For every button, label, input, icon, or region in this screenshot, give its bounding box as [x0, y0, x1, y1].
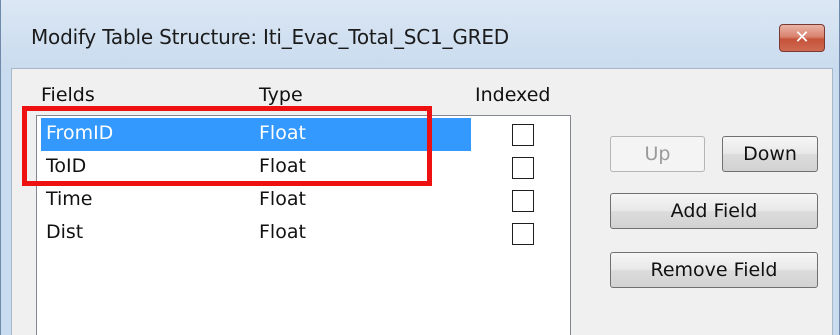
field-name: Dist: [46, 221, 84, 243]
column-header-indexed: Indexed: [475, 84, 551, 106]
indexed-checkbox-fromid[interactable]: [512, 124, 534, 146]
close-icon: ✕: [794, 27, 810, 48]
indexed-checkbox-dist[interactable]: [512, 223, 534, 245]
close-button[interactable]: ✕: [779, 24, 825, 52]
indexed-checkbox-toid[interactable]: [512, 157, 534, 179]
field-row-dist[interactable]: Dist Float: [41, 217, 471, 250]
column-header-fields: Fields: [41, 84, 95, 106]
column-header-type: Type: [259, 84, 303, 106]
down-button[interactable]: Down: [722, 136, 818, 172]
dialog-window: Modify Table Structure: Iti_Evac_Total_S…: [0, 0, 840, 335]
annotation-highlight-box: [22, 106, 432, 186]
field-name: Time: [46, 188, 93, 210]
remove-field-button[interactable]: Remove Field: [610, 252, 818, 288]
field-type: Float: [259, 188, 306, 210]
field-type: Float: [259, 221, 306, 243]
window-title: Modify Table Structure: Iti_Evac_Total_S…: [31, 25, 509, 49]
indexed-checkbox-time[interactable]: [512, 190, 534, 212]
field-row-time[interactable]: Time Float: [41, 184, 471, 217]
add-field-button[interactable]: Add Field: [610, 193, 818, 229]
up-button[interactable]: Up: [610, 136, 705, 172]
